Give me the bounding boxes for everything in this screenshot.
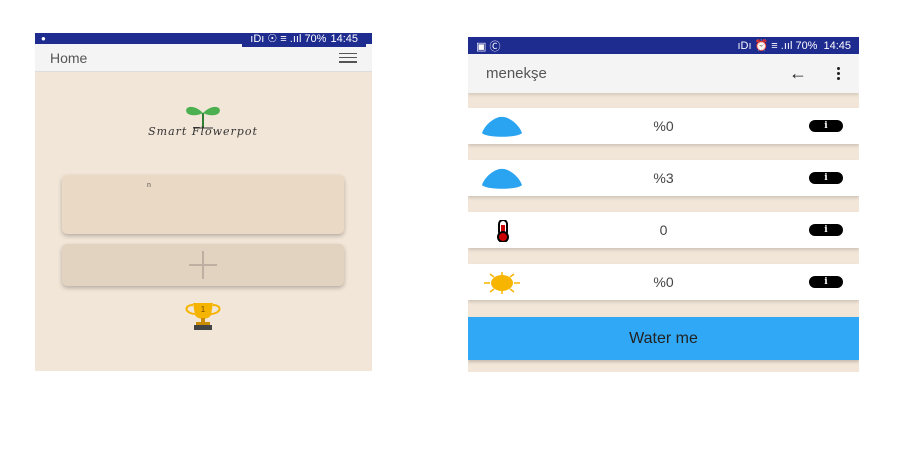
info-icon[interactable]: i bbox=[809, 224, 843, 236]
reading-value: %3 bbox=[653, 170, 674, 186]
hamburger-menu-icon[interactable] bbox=[339, 52, 357, 63]
status-time: 14:45 bbox=[823, 39, 851, 52]
reading-value: %0 bbox=[653, 274, 674, 290]
logo-text: Smart Flowerpot bbox=[148, 125, 258, 138]
light-row: %0 i bbox=[468, 264, 859, 300]
status-icons: ıDı ⏰ ≡ .ııl 70% bbox=[737, 40, 818, 52]
status-left-icons: ▣ Ⓒ bbox=[476, 40, 501, 53]
air-humidity-row: %3 i bbox=[468, 160, 859, 196]
plant-card[interactable]: n bbox=[62, 175, 344, 234]
reading-value: 0 bbox=[659, 222, 668, 238]
info-icon[interactable]: i bbox=[809, 172, 843, 184]
temperature-row: 0 i bbox=[468, 212, 859, 248]
plus-icon bbox=[189, 251, 217, 279]
status-time: 14:45 bbox=[330, 33, 358, 45]
trophy-rank: 1 bbox=[201, 305, 206, 314]
home-screen: ● ıDı ☉ ≡ .ııl 70% 14:45 Home Smart Flow… bbox=[35, 33, 372, 371]
water-me-button[interactable]: Water me bbox=[468, 317, 859, 360]
trophy-icon[interactable]: 1 bbox=[180, 301, 226, 331]
info-icon[interactable]: i bbox=[809, 276, 843, 288]
status-icons: ıDı ☉ ≡ .ııl 70% bbox=[250, 33, 327, 45]
add-plant-button[interactable] bbox=[62, 244, 344, 286]
plant-name: n bbox=[147, 182, 151, 189]
soil-moisture-row: %0 i bbox=[468, 108, 859, 144]
info-icon[interactable]: i bbox=[809, 120, 843, 132]
status-bar: ▣ Ⓒ ıDı ⏰ ≡ .ııl 70% 14:45 bbox=[468, 37, 859, 54]
plant-detail-screen: ▣ Ⓒ ıDı ⏰ ≡ .ııl 70% 14:45 menekşe ← %0 … bbox=[468, 37, 859, 372]
app-icon: ● bbox=[41, 34, 46, 43]
page-title: menekşe bbox=[486, 65, 547, 82]
app-bar: menekşe ← bbox=[468, 54, 859, 93]
back-arrow-icon[interactable]: ← bbox=[789, 63, 807, 84]
reading-value: %0 bbox=[653, 118, 674, 134]
app-logo: Smart Flowerpot bbox=[93, 103, 313, 143]
status-bar: ● ıDı ☉ ≡ .ııl 70% 14:45 bbox=[35, 33, 372, 47]
page-title: Home bbox=[50, 49, 88, 66]
more-vert-icon[interactable] bbox=[837, 67, 841, 80]
app-bar: Home bbox=[35, 44, 372, 72]
